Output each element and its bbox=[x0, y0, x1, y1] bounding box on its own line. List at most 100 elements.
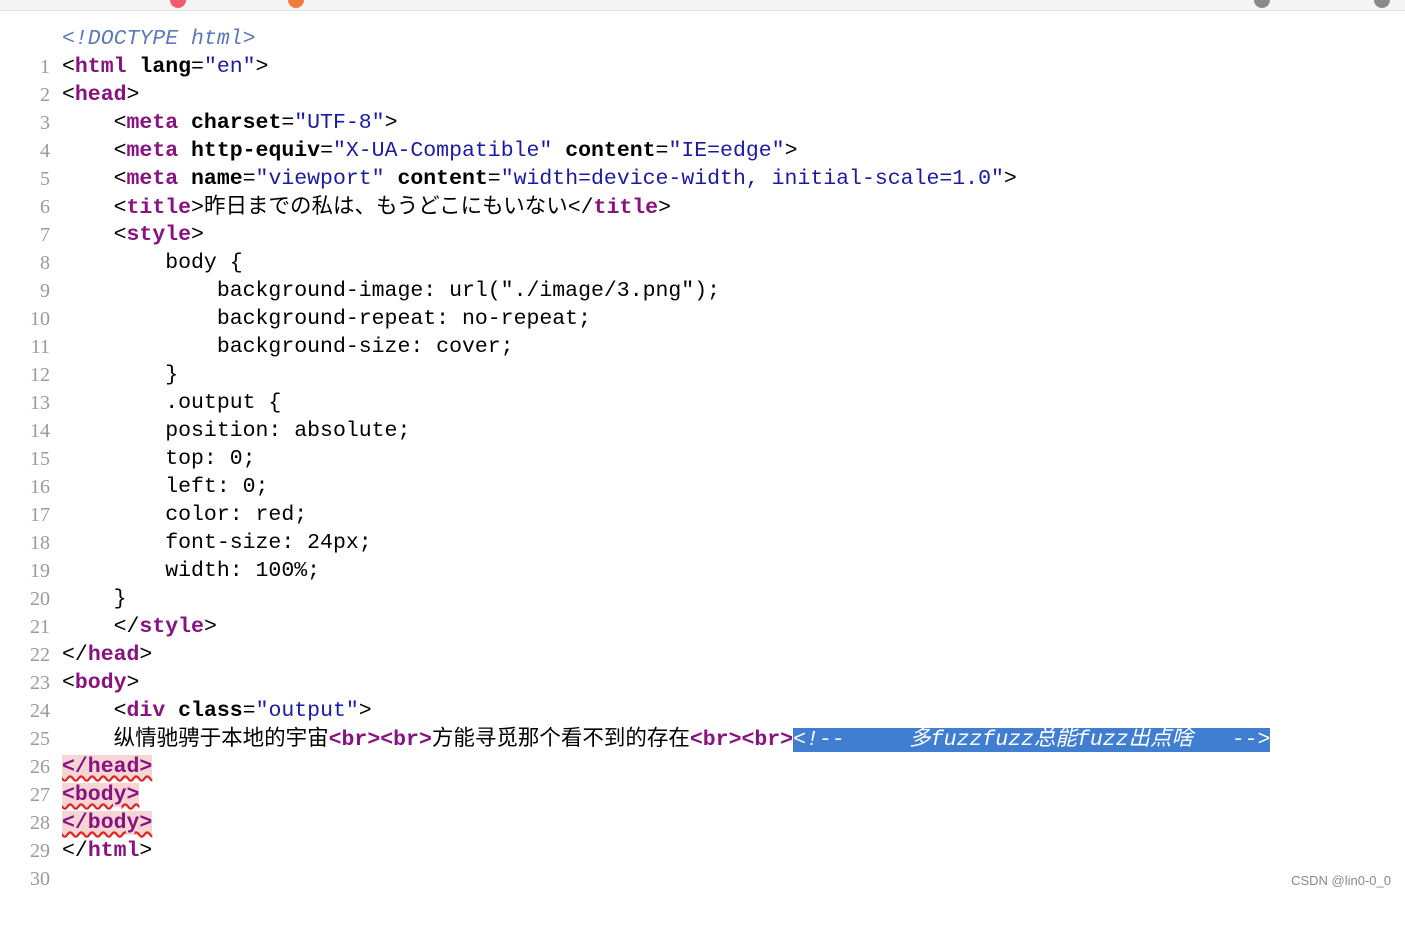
code-line: 26 纵情驰骋于本地的宇宙<br><br>方能寻觅那个看不到的存在<br><br… bbox=[0, 725, 1405, 753]
toolbar-icon[interactable] bbox=[1254, 0, 1270, 8]
br-tag: <br> bbox=[741, 728, 793, 752]
code-line: 28 <body> bbox=[0, 781, 1405, 809]
code-line: 27 </head> bbox=[0, 753, 1405, 781]
code-line: 7 <title>昨日までの私は、もうどこにもいない</title> bbox=[0, 193, 1405, 221]
code-line: 30 </html> bbox=[0, 837, 1405, 865]
indent bbox=[62, 111, 114, 135]
code-line: 8 <style> bbox=[0, 221, 1405, 249]
equals-sign: = bbox=[656, 139, 669, 163]
code-line: 11 background-repeat: no-repeat; bbox=[0, 305, 1405, 333]
br-tag: <br> bbox=[690, 728, 742, 752]
css-text: top: 0; bbox=[62, 445, 256, 473]
attribute-value: "output" bbox=[256, 699, 359, 723]
error-tag: </body> bbox=[62, 811, 152, 835]
br-tag: <br> bbox=[380, 728, 432, 752]
code-line: 25 <div class="output"> bbox=[0, 697, 1405, 725]
tag-name: body bbox=[75, 671, 127, 695]
bracket: > bbox=[191, 223, 204, 247]
equals-sign: = bbox=[243, 167, 256, 191]
bracket: > bbox=[191, 196, 204, 220]
code-line: 24 <body> bbox=[0, 669, 1405, 697]
bracket: < bbox=[114, 196, 127, 220]
indent bbox=[62, 615, 114, 639]
bracket: < bbox=[62, 83, 75, 107]
code-line: 19 font-size: 24px; bbox=[0, 529, 1405, 557]
css-text: .output { bbox=[62, 389, 281, 417]
bracket: < bbox=[62, 55, 75, 79]
code-line: 23 </head> bbox=[0, 641, 1405, 669]
css-text: position: absolute; bbox=[62, 417, 410, 445]
tag-name: style bbox=[127, 223, 192, 247]
tag-name: title bbox=[127, 196, 192, 220]
indent bbox=[62, 167, 114, 191]
tab-indicator-dot bbox=[288, 0, 304, 8]
selected-html-comment[interactable]: <!-- 多fuzzfuzz总能fuzz出点啥 --> bbox=[793, 728, 1270, 752]
bracket: < bbox=[114, 699, 127, 723]
attribute-value: "viewport" bbox=[256, 167, 385, 191]
code-line: 20 width: 100%; bbox=[0, 557, 1405, 585]
code-line: 6 <meta name="viewport" content="width=d… bbox=[0, 165, 1405, 193]
bracket: > bbox=[385, 111, 398, 135]
bracket: > bbox=[139, 839, 152, 863]
attribute-name: lang bbox=[127, 55, 192, 79]
attribute-name: content bbox=[552, 139, 655, 163]
code-line: 13 } bbox=[0, 361, 1405, 389]
bracket: < bbox=[114, 111, 127, 135]
attribute-value: "X-UA-Compatible" bbox=[333, 139, 552, 163]
bracket: </ bbox=[62, 643, 88, 667]
tag-name: meta bbox=[127, 167, 179, 191]
code-line: 15 position: absolute; bbox=[0, 417, 1405, 445]
equals-sign: = bbox=[243, 699, 256, 723]
css-text: width: 100%; bbox=[62, 557, 320, 585]
bracket: </ bbox=[114, 615, 140, 639]
indent bbox=[62, 728, 114, 752]
css-text: left: 0; bbox=[62, 473, 268, 501]
code-line: 5 <meta http-equiv="X-UA-Compatible" con… bbox=[0, 137, 1405, 165]
code-line: 12 background-size: cover; bbox=[0, 333, 1405, 361]
tag-name: div bbox=[127, 699, 166, 723]
code-line: 1 <!DOCTYPE html> bbox=[0, 25, 1405, 53]
attribute-value: "IE=edge" bbox=[668, 139, 784, 163]
code-line: 29 </body> bbox=[0, 809, 1405, 837]
error-tag: <body> bbox=[62, 783, 139, 807]
bracket: < bbox=[114, 223, 127, 247]
bracket: > bbox=[359, 699, 372, 723]
css-text: body { bbox=[62, 249, 243, 277]
bracket: < bbox=[114, 167, 127, 191]
br-tag: <br> bbox=[329, 728, 381, 752]
code-line: 9 body { bbox=[0, 249, 1405, 277]
body-text: 纵情驰骋于本地的宇宙 bbox=[114, 726, 329, 751]
code-line: 14 .output { bbox=[0, 389, 1405, 417]
code-line: 17 left: 0; bbox=[0, 473, 1405, 501]
equals-sign: = bbox=[488, 167, 501, 191]
bracket: > bbox=[1004, 167, 1017, 191]
tag-name: meta bbox=[127, 139, 179, 163]
tag-name: html bbox=[88, 839, 140, 863]
tag-name: html bbox=[75, 55, 127, 79]
line-number: 30 bbox=[0, 865, 50, 893]
equals-sign: = bbox=[281, 111, 294, 135]
toolbar-icon[interactable] bbox=[1374, 0, 1390, 8]
css-text: background-repeat: no-repeat; bbox=[62, 305, 591, 333]
css-text: background-size: cover; bbox=[62, 333, 514, 361]
source-code-viewer[interactable]: 1 <!DOCTYPE html> 2 <html lang="en"> 3 <… bbox=[0, 25, 1405, 865]
css-text: } bbox=[62, 585, 127, 613]
css-text: color: red; bbox=[62, 501, 307, 529]
bracket: > bbox=[204, 615, 217, 639]
tag-name: head bbox=[88, 643, 140, 667]
code-line: 16 top: 0; bbox=[0, 445, 1405, 473]
bracket: > bbox=[139, 643, 152, 667]
indent bbox=[62, 699, 114, 723]
body-text: 方能寻觅那个看不到的存在 bbox=[432, 726, 690, 751]
code-line: 2 <html lang="en"> bbox=[0, 53, 1405, 81]
css-text: } bbox=[62, 361, 178, 389]
attribute-name: http-equiv bbox=[178, 139, 320, 163]
bracket: < bbox=[114, 139, 127, 163]
tag-name: head bbox=[75, 83, 127, 107]
attribute-name: name bbox=[178, 167, 243, 191]
indent bbox=[62, 139, 114, 163]
doctype-declaration: <!DOCTYPE html> bbox=[62, 27, 256, 51]
css-text: font-size: 24px; bbox=[62, 529, 372, 557]
equals-sign: = bbox=[191, 55, 204, 79]
indent bbox=[62, 223, 114, 247]
